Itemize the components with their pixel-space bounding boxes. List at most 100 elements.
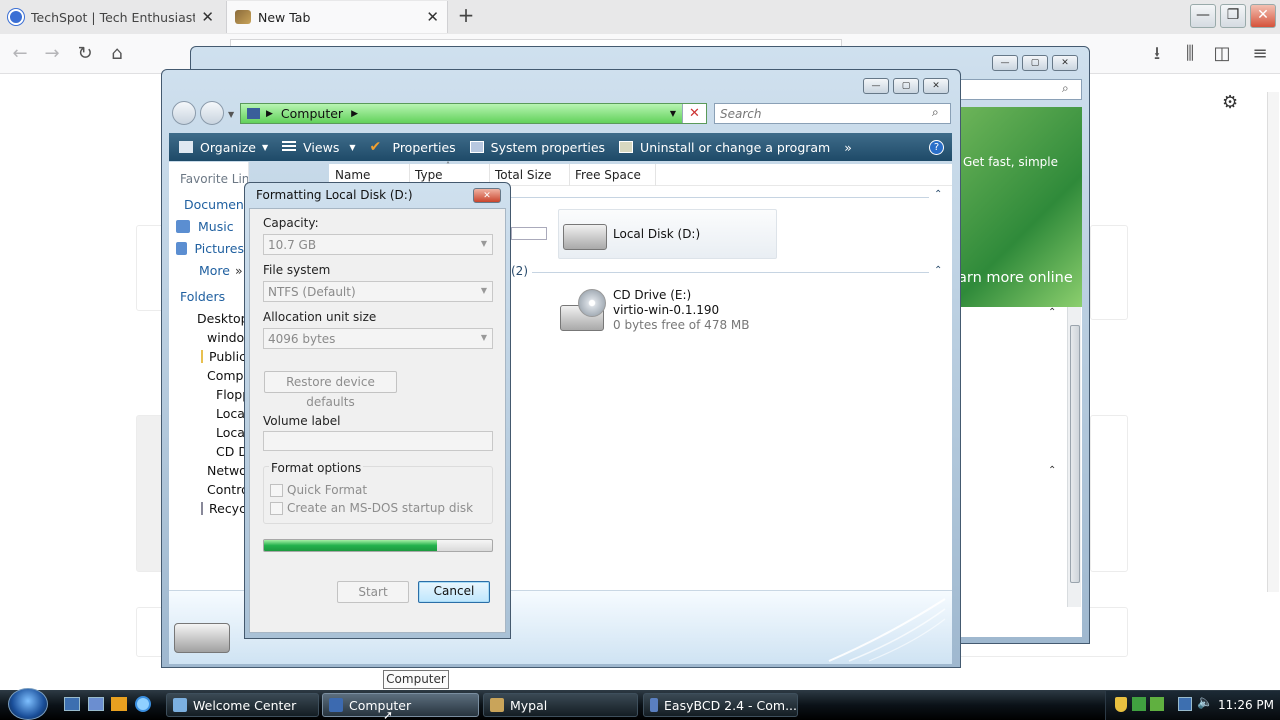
- tree-label: Recycle Bin: [209, 501, 246, 516]
- uninstall-button[interactable]: Uninstall or change a program: [619, 140, 830, 155]
- start-button[interactable]: [8, 688, 48, 720]
- tree-item-desktop[interactable]: Desktop: [191, 311, 246, 326]
- address-bar[interactable]: ▶ Computer ▶ ▼ ✕: [240, 103, 707, 124]
- close-button[interactable]: ✕: [1250, 4, 1276, 28]
- tree-item-public[interactable]: Public: [201, 349, 246, 364]
- tree-item-floppy[interactable]: Floppy: [210, 387, 246, 402]
- scrollbar[interactable]: [1067, 307, 1081, 607]
- scrollbar-thumb[interactable]: [1070, 325, 1080, 583]
- tab-techspot[interactable]: TechSpot | Tech Enthusiasts, P ✕: [0, 1, 222, 33]
- switch-windows-icon[interactable]: [88, 697, 104, 711]
- cd-drive-name[interactable]: CD Drive (E:): [613, 288, 691, 302]
- taskbar-easybcd[interactable]: EasyBCD 2.4 - Com...: [643, 693, 798, 717]
- column-free-space[interactable]: Free Space: [575, 168, 641, 182]
- favorite-link-documents[interactable]: Documents: [176, 197, 244, 212]
- local-disk-d-item[interactable]: Local Disk (D:): [558, 209, 777, 259]
- learn-more-link[interactable]: arn more online: [958, 270, 1073, 286]
- close-button[interactable]: ✕: [923, 78, 949, 94]
- chevron-right-icon[interactable]: ▶: [266, 109, 273, 119]
- allocation-select[interactable]: 4096 bytes ▼: [263, 328, 493, 349]
- properties-button[interactable]: ✔ Properties: [370, 140, 456, 155]
- download-icon[interactable]: ⭳: [1145, 42, 1169, 66]
- volume-muted-icon[interactable]: 🔈: [1197, 695, 1213, 710]
- network-icon[interactable]: [1178, 697, 1192, 711]
- collapse-icon[interactable]: ⌃: [1048, 465, 1056, 476]
- internet-explorer-icon[interactable]: [135, 696, 151, 712]
- column-type[interactable]: Type: [415, 168, 443, 182]
- system-properties-button[interactable]: System properties: [469, 140, 605, 155]
- tab-new-tab[interactable]: New Tab ✕: [226, 1, 448, 33]
- security-shield-icon[interactable]: [1115, 697, 1127, 712]
- close-icon[interactable]: ✕: [426, 8, 439, 26]
- search-icon[interactable]: ⌕: [932, 105, 939, 120]
- tree-item-user[interactable]: windows: [201, 330, 246, 345]
- favorite-link-more[interactable]: More »: [199, 263, 243, 278]
- menu-icon[interactable]: ≡: [1248, 42, 1272, 66]
- techspot-favicon-icon: [8, 9, 24, 25]
- maximize-button[interactable]: ▢: [893, 78, 919, 94]
- forward-arrow-icon[interactable]: →: [40, 42, 64, 66]
- history-dropdown-icon[interactable]: ▼: [228, 110, 234, 119]
- chevron-right-icon[interactable]: ▶: [351, 109, 358, 119]
- home-icon[interactable]: ⌂: [105, 42, 129, 66]
- tree-item-local-disk-d[interactable]: Local Disk: [210, 425, 246, 440]
- collapse-icon[interactable]: ⌃: [934, 265, 942, 276]
- breadcrumb[interactable]: Computer: [281, 106, 343, 121]
- start-button[interactable]: Start: [337, 581, 409, 603]
- folders-heading[interactable]: Folders: [180, 289, 225, 304]
- gear-icon[interactable]: ⚙: [1222, 92, 1238, 113]
- tree-item-network[interactable]: Network: [201, 463, 246, 478]
- quick-format-checkbox[interactable]: Quick Format: [270, 483, 367, 497]
- restore-defaults-button[interactable]: Restore device defaults: [264, 371, 397, 409]
- tree-item-local-disk-c[interactable]: Local Disk: [210, 406, 246, 421]
- tree-item-cd-drive[interactable]: CD Drive: [210, 444, 246, 459]
- taskbar-welcome-center[interactable]: Welcome Center: [166, 693, 319, 717]
- minimize-button[interactable]: —: [863, 78, 889, 94]
- taskbar-mypal[interactable]: Mypal: [483, 693, 638, 717]
- maximize-button[interactable]: ❐: [1220, 4, 1246, 28]
- back-arrow-icon[interactable]: ←: [8, 42, 32, 66]
- sidebar-icon[interactable]: ◫: [1210, 42, 1234, 66]
- collapse-icon[interactable]: ⌃: [1048, 307, 1056, 318]
- page-scrollbar[interactable]: [1267, 92, 1279, 592]
- library-icon[interactable]: ⫼: [1178, 42, 1202, 66]
- cd-drive-item-icon-wrap[interactable]: [558, 287, 610, 335]
- chevron-down-icon[interactable]: ▼: [670, 109, 676, 118]
- search-input[interactable]: Search: [714, 103, 951, 124]
- plus-icon[interactable]: +: [455, 4, 477, 28]
- views-button[interactable]: Views ▼: [282, 140, 356, 155]
- favorite-link-pictures[interactable]: Pictures: [176, 241, 244, 256]
- show-desktop-icon[interactable]: [64, 697, 80, 711]
- tree-item-computer[interactable]: Computer: [201, 368, 246, 383]
- tree-item-control-panel[interactable]: Control Panel: [201, 482, 246, 497]
- cancel-button[interactable]: Cancel: [418, 581, 490, 603]
- update-icon[interactable]: [1132, 697, 1146, 711]
- forward-button[interactable]: [200, 101, 224, 125]
- capacity-select[interactable]: 10.7 GB ▼: [263, 234, 493, 255]
- msdos-startup-checkbox[interactable]: Create an MS-DOS startup disk: [270, 501, 473, 515]
- safely-remove-icon[interactable]: [1150, 697, 1164, 711]
- favorite-link-music[interactable]: Music: [176, 219, 244, 234]
- filesystem-select[interactable]: NTFS (Default) ▼: [263, 281, 493, 302]
- column-total-size[interactable]: Total Size: [495, 168, 551, 182]
- maximize-button[interactable]: ▢: [1022, 55, 1048, 71]
- more-commands-button[interactable]: »: [844, 140, 852, 155]
- taskbar-computer[interactable]: Computer: [322, 693, 479, 717]
- tree-item-recycle-bin[interactable]: Recycle Bin: [201, 501, 246, 516]
- minimize-button[interactable]: —: [1190, 4, 1216, 28]
- search-icon[interactable]: ⌕: [1062, 81, 1069, 96]
- stop-icon[interactable]: ✕: [682, 104, 706, 123]
- volume-label-input[interactable]: [263, 431, 493, 451]
- media-player-icon[interactable]: [111, 697, 127, 711]
- minimize-button[interactable]: —: [992, 55, 1018, 71]
- clock[interactable]: 11:26 PM: [1218, 698, 1274, 712]
- collapse-icon[interactable]: ⌃: [934, 189, 942, 200]
- help-icon[interactable]: ?: [929, 139, 944, 155]
- close-icon[interactable]: ✕: [201, 8, 214, 26]
- back-button[interactable]: [172, 101, 196, 125]
- close-button[interactable]: ✕: [1052, 55, 1078, 71]
- column-name[interactable]: Name: [335, 168, 370, 182]
- reload-icon[interactable]: ↻: [73, 42, 97, 66]
- organize-button[interactable]: Organize ▼: [179, 140, 268, 155]
- dialog-close-button[interactable]: ✕: [473, 188, 501, 203]
